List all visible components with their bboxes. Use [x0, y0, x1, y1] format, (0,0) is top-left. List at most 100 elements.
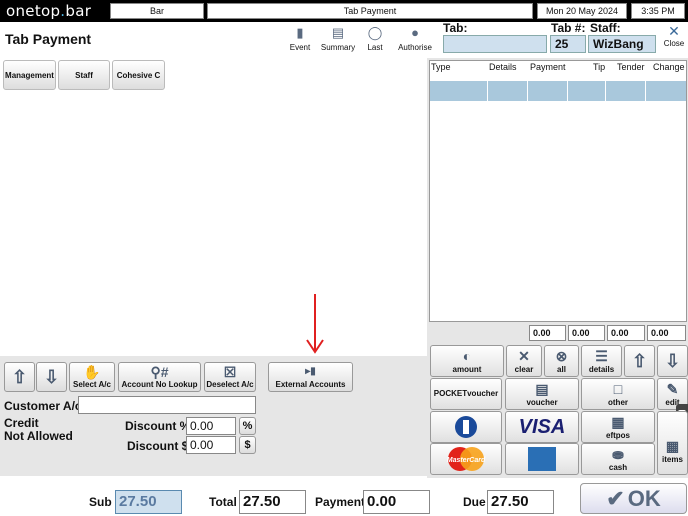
total-tip: 0.00 — [568, 325, 605, 341]
arrow-up-icon: ⇧ — [631, 351, 648, 371]
total-payment: 0.00 — [529, 325, 566, 341]
eftpos-button[interactable]: ▦ eftpos — [581, 411, 655, 443]
all-button[interactable]: ⊗ all — [544, 345, 579, 377]
ok-label: OK — [627, 486, 661, 511]
discount-amount-button[interactable]: $ — [239, 436, 256, 454]
mastercard-text: MasterCard — [447, 457, 486, 464]
credit-status-line2: Not Allowed — [4, 429, 73, 443]
authorise-icon: ● — [411, 25, 419, 40]
discount-percent-field[interactable]: 0.00 — [186, 417, 236, 435]
venue-label: Bar — [110, 3, 204, 19]
account-list-area — [0, 58, 427, 356]
account-lookup-label: Account No Lookup — [121, 380, 198, 389]
last-button-label: Last — [367, 43, 383, 52]
close-icon: ✕ — [668, 23, 680, 39]
table-cell — [528, 81, 568, 101]
voucher-button[interactable]: ▤ voucher — [505, 378, 579, 410]
pocketvoucher-button[interactable]: POCKETvoucher — [430, 378, 502, 410]
cash-button[interactable]: ⛂ cash — [581, 443, 655, 475]
total-label: Total — [209, 495, 237, 509]
time-display: 3:35 PM — [631, 3, 685, 19]
amount-button[interactable]: ◐ amount — [430, 345, 504, 377]
app-logo: onetop.bar — [6, 2, 92, 20]
diners-logo-icon — [455, 416, 477, 438]
items-button[interactable]: ▦ items — [657, 411, 688, 475]
authorise-button-label: Authorise — [398, 43, 432, 52]
table-cell — [430, 81, 488, 101]
deselect-icon: ☒ — [223, 364, 237, 380]
amex-logo-icon — [528, 447, 556, 471]
all-icon: ⊗ — [555, 348, 568, 364]
clear-button[interactable]: ✕ clear — [506, 345, 542, 377]
amount-icon: ◐ — [462, 348, 472, 364]
diners-card-button[interactable] — [430, 411, 502, 443]
page-title: Tab Payment — [5, 31, 92, 47]
credit-status-line1: Credit — [4, 416, 39, 430]
eftpos-label: eftpos — [606, 431, 630, 440]
scroll-up-button[interactable]: ⇧ — [4, 362, 35, 392]
pencil-icon: ✎ — [666, 381, 679, 397]
discount-amount-label: Discount $ — [127, 439, 189, 453]
column-header-details: Details — [489, 62, 517, 72]
tab-number-label: Tab #: — [551, 21, 586, 35]
column-header-payment: Payment — [530, 62, 566, 72]
select-account-label: Select A/c — [73, 380, 111, 389]
customer-account-label: Customer A/c — [4, 399, 82, 413]
column-header-change: Change — [653, 62, 685, 72]
clear-icon: ✕ — [518, 348, 530, 364]
column-header-type: Type — [431, 62, 451, 72]
payment-field: 0.00 — [363, 490, 430, 514]
authorise-button[interactable]: ● Authorise — [392, 25, 438, 52]
staff-field: WizBang — [588, 35, 656, 53]
all-label: all — [557, 365, 566, 374]
category-cohesive[interactable]: Cohesive C — [112, 60, 165, 90]
items-label: items — [662, 455, 683, 464]
category-staff[interactable]: Staff — [58, 60, 110, 90]
arrow-down-icon: ⇩ — [664, 351, 681, 371]
hand-icon: ✋ — [83, 364, 101, 380]
external-accounts-label: External Accounts — [275, 380, 346, 389]
close-button[interactable]: ✕ Close — [662, 23, 686, 48]
arrow-down-icon: ⇩ — [43, 367, 60, 387]
category-management[interactable]: Management — [3, 60, 56, 90]
scroll-down-button[interactable]: ⇩ — [36, 362, 67, 392]
eftpos-terminal-icon: ▦ — [611, 414, 625, 430]
checkmark-icon: ✔ — [606, 486, 625, 511]
table-cell — [568, 81, 606, 101]
other-button[interactable]: □ other — [581, 378, 655, 410]
tab-number-field: 25 — [550, 35, 586, 53]
discount-percent-button[interactable]: % — [239, 417, 256, 435]
due-field: 27.50 — [487, 490, 554, 514]
other-icon: □ — [613, 381, 623, 397]
lookup-icon: ⚲# — [150, 364, 169, 380]
ok-button[interactable]: ✔ OK — [580, 483, 687, 514]
due-label: Due — [463, 495, 486, 509]
tender-scroll-down-button[interactable]: ⇩ — [657, 345, 688, 377]
total-field: 27.50 — [239, 490, 306, 514]
event-button-label: Event — [289, 43, 311, 52]
tender-scroll-up-button[interactable]: ⇧ — [624, 345, 655, 377]
customer-account-field[interactable] — [78, 396, 256, 414]
tab-name-field[interactable] — [443, 35, 547, 53]
details-button[interactable]: ☰ details — [581, 345, 622, 377]
amex-button[interactable] — [505, 443, 579, 475]
table-cell — [606, 81, 646, 101]
deselect-account-button[interactable]: ☒ Deselect A/c — [204, 362, 256, 392]
external-accounts-button[interactable]: ▸▮ External Accounts — [268, 362, 353, 392]
discount-amount-field[interactable]: 0.00 — [186, 436, 236, 454]
annotation-arrow — [306, 294, 324, 354]
account-lookup-button[interactable]: ⚲# Account No Lookup — [118, 362, 201, 392]
visa-button[interactable]: VISA — [505, 411, 579, 443]
mastercard-button[interactable]: MasterCard — [430, 443, 502, 475]
voucher-icon: ▤ — [535, 381, 549, 397]
table-cell — [488, 81, 528, 101]
sub-field[interactable]: 27.50 — [115, 490, 182, 514]
coins-icon: ⛂ — [612, 446, 624, 462]
discount-percent-label: Discount % — [125, 419, 191, 433]
date-display: Mon 20 May 2024 — [537, 3, 627, 19]
select-account-button[interactable]: ✋ Select A/c — [69, 362, 115, 392]
grid-icon: ▦ — [665, 438, 680, 454]
staff-label: Staff: — [590, 21, 621, 35]
screen-name: Tab Payment — [207, 3, 533, 19]
total-tender: 0.00 — [607, 325, 645, 341]
